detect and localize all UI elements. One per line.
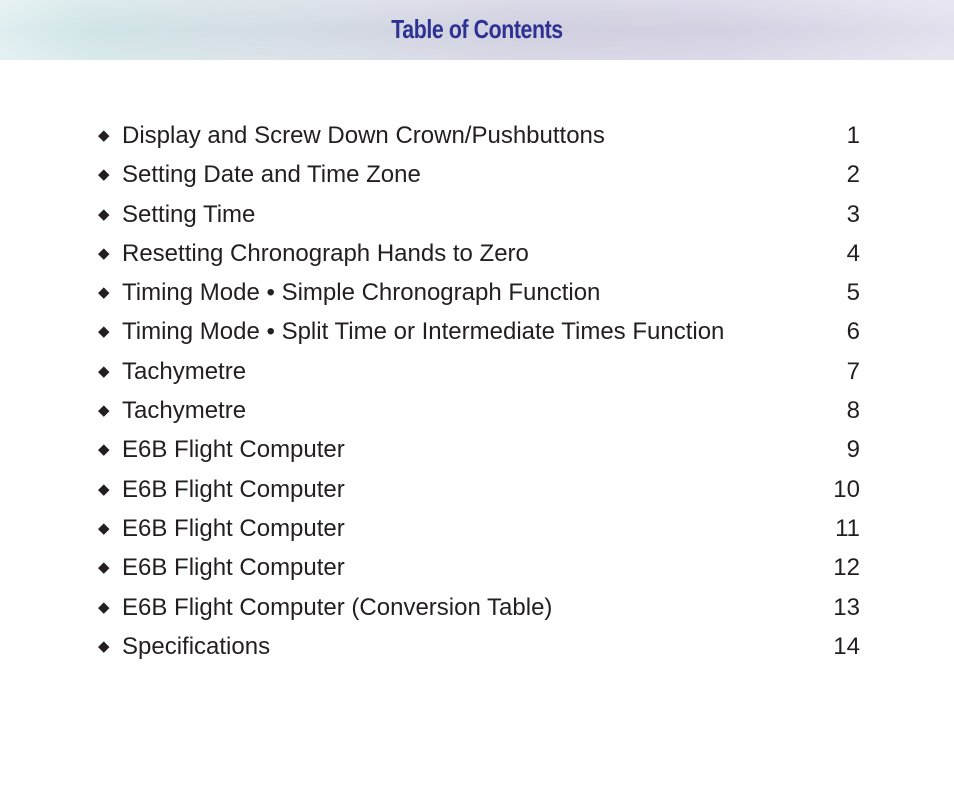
diamond-bullet-icon: ◆ <box>98 323 110 341</box>
toc-entry-label[interactable]: Timing Mode • Simple Chronograph Functio… <box>122 278 600 308</box>
diamond-bullet-icon: ◆ <box>98 480 110 498</box>
toc-entry[interactable]: ◆ Display and Screw Down Crown/Pushbutton… <box>98 121 860 160</box>
diamond-bullet-icon: ◆ <box>98 441 110 459</box>
toc-entry-page-number[interactable]: 9 <box>847 435 860 465</box>
diamond-bullet-icon: ◆ <box>98 598 110 616</box>
diamond-bullet-icon: ◆ <box>98 244 110 262</box>
toc-entry-page-number[interactable]: 6 <box>847 317 860 347</box>
toc-entry-page-number[interactable]: 12 <box>833 553 860 583</box>
diamond-bullet-icon: ◆ <box>98 402 110 420</box>
toc-entry-page-number[interactable]: 14 <box>833 632 860 662</box>
diamond-bullet-icon: ◆ <box>98 559 110 577</box>
toc-entry[interactable]: ◆ E6B Flight Computer 10 <box>98 475 860 514</box>
toc-entry-label[interactable]: E6B Flight Computer <box>122 514 345 544</box>
toc-entry-label[interactable]: Display and Screw Down Crown/Pushbuttons <box>122 121 605 151</box>
toc-entry-label[interactable]: E6B Flight Computer (Conversion Table) <box>122 593 552 623</box>
toc-entry-page-number[interactable]: 3 <box>847 200 860 230</box>
toc-entry[interactable]: ◆ E6B Flight Computer 9 <box>98 435 860 474</box>
toc-entry[interactable]: ◆ Tachymetre 7 <box>98 357 860 396</box>
diamond-bullet-icon: ◆ <box>98 284 110 302</box>
toc-entry-page-number[interactable]: 1 <box>847 121 860 151</box>
toc-entry-page-number[interactable]: 2 <box>847 160 860 190</box>
toc-entry[interactable]: ◆ E6B Flight Computer 12 <box>98 553 860 592</box>
toc-entry[interactable]: ◆ Timing Mode • Simple Chronograph Functi… <box>98 278 860 317</box>
header-banner: Table of Contents <box>0 0 954 60</box>
toc-entry-label[interactable]: E6B Flight Computer <box>122 435 345 465</box>
page-title: Table of Contents <box>391 14 563 44</box>
diamond-bullet-icon: ◆ <box>98 637 110 655</box>
diamond-bullet-icon: ◆ <box>98 519 110 537</box>
toc-entry-page-number[interactable]: 7 <box>847 357 860 387</box>
toc-entry[interactable]: ◆ Specifications 14 <box>98 632 860 671</box>
toc-entry-label[interactable]: Specifications <box>122 632 270 662</box>
diamond-bullet-icon: ◆ <box>98 166 110 184</box>
toc-entry-page-number[interactable]: 11 <box>835 514 860 544</box>
diamond-bullet-icon: ◆ <box>98 205 110 223</box>
toc-entry[interactable]: ◆ Resetting Chronograph Hands to Zero 4 <box>98 239 860 278</box>
toc-entry-page-number[interactable]: 8 <box>847 396 860 426</box>
toc-entry[interactable]: ◆ E6B Flight Computer 11 <box>98 514 860 553</box>
toc-entry-page-number[interactable]: 5 <box>847 278 860 308</box>
toc-entry-page-number[interactable]: 10 <box>833 475 860 505</box>
toc-entry[interactable]: ◆ Timing Mode • Split Time or Intermediat… <box>98 317 860 356</box>
toc-entry-page-number[interactable]: 13 <box>833 593 860 623</box>
toc-entry-page-number[interactable]: 4 <box>847 239 860 269</box>
toc-entry[interactable]: ◆ Setting Time 3 <box>98 200 860 239</box>
toc-entry-label[interactable]: Timing Mode • Split Time or Intermediate… <box>122 317 724 347</box>
toc-entry[interactable]: ◆ E6B Flight Computer (Conversion Table) 1… <box>98 593 860 632</box>
diamond-bullet-icon: ◆ <box>98 362 110 380</box>
table-of-contents: ◆ Display and Screw Down Crown/Pushbutton… <box>98 121 860 671</box>
toc-entry-label[interactable]: E6B Flight Computer <box>122 553 345 583</box>
toc-entry-label[interactable]: Tachymetre <box>122 357 246 387</box>
toc-entry-label[interactable]: Setting Time <box>122 200 255 230</box>
toc-entry-label[interactable]: Tachymetre <box>122 396 246 426</box>
toc-entry[interactable]: ◆ Tachymetre 8 <box>98 396 860 435</box>
diamond-bullet-icon: ◆ <box>98 127 110 144</box>
toc-entry-label[interactable]: Setting Date and Time Zone <box>122 160 421 190</box>
toc-entry-label[interactable]: E6B Flight Computer <box>122 475 345 505</box>
toc-entry[interactable]: ◆ Setting Date and Time Zone 2 <box>98 160 860 199</box>
toc-entry-label[interactable]: Resetting Chronograph Hands to Zero <box>122 239 529 269</box>
